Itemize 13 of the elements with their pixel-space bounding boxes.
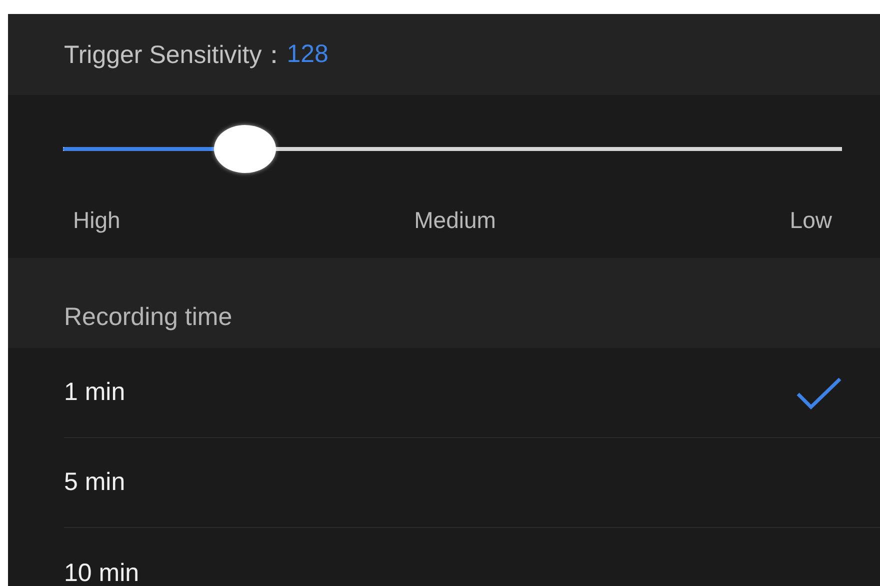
slider-thumb[interactable] (214, 125, 276, 173)
option-row[interactable]: 1 min (64, 348, 880, 438)
scale-label: High (73, 207, 120, 234)
sensitivity-value: 128 (286, 40, 328, 69)
option-label: 10 min (64, 558, 140, 586)
option-row[interactable]: 10 min (64, 528, 880, 586)
section-title: Recording time (64, 303, 232, 332)
option-row[interactable]: 5 min (64, 438, 880, 528)
scale-label: Low (790, 207, 832, 234)
option-label: 1 min (64, 378, 126, 407)
sensitivity-label: Trigger Sensitivity： (64, 40, 287, 71)
scale-label: Medium (414, 207, 496, 234)
option-label: 5 min (64, 468, 126, 497)
